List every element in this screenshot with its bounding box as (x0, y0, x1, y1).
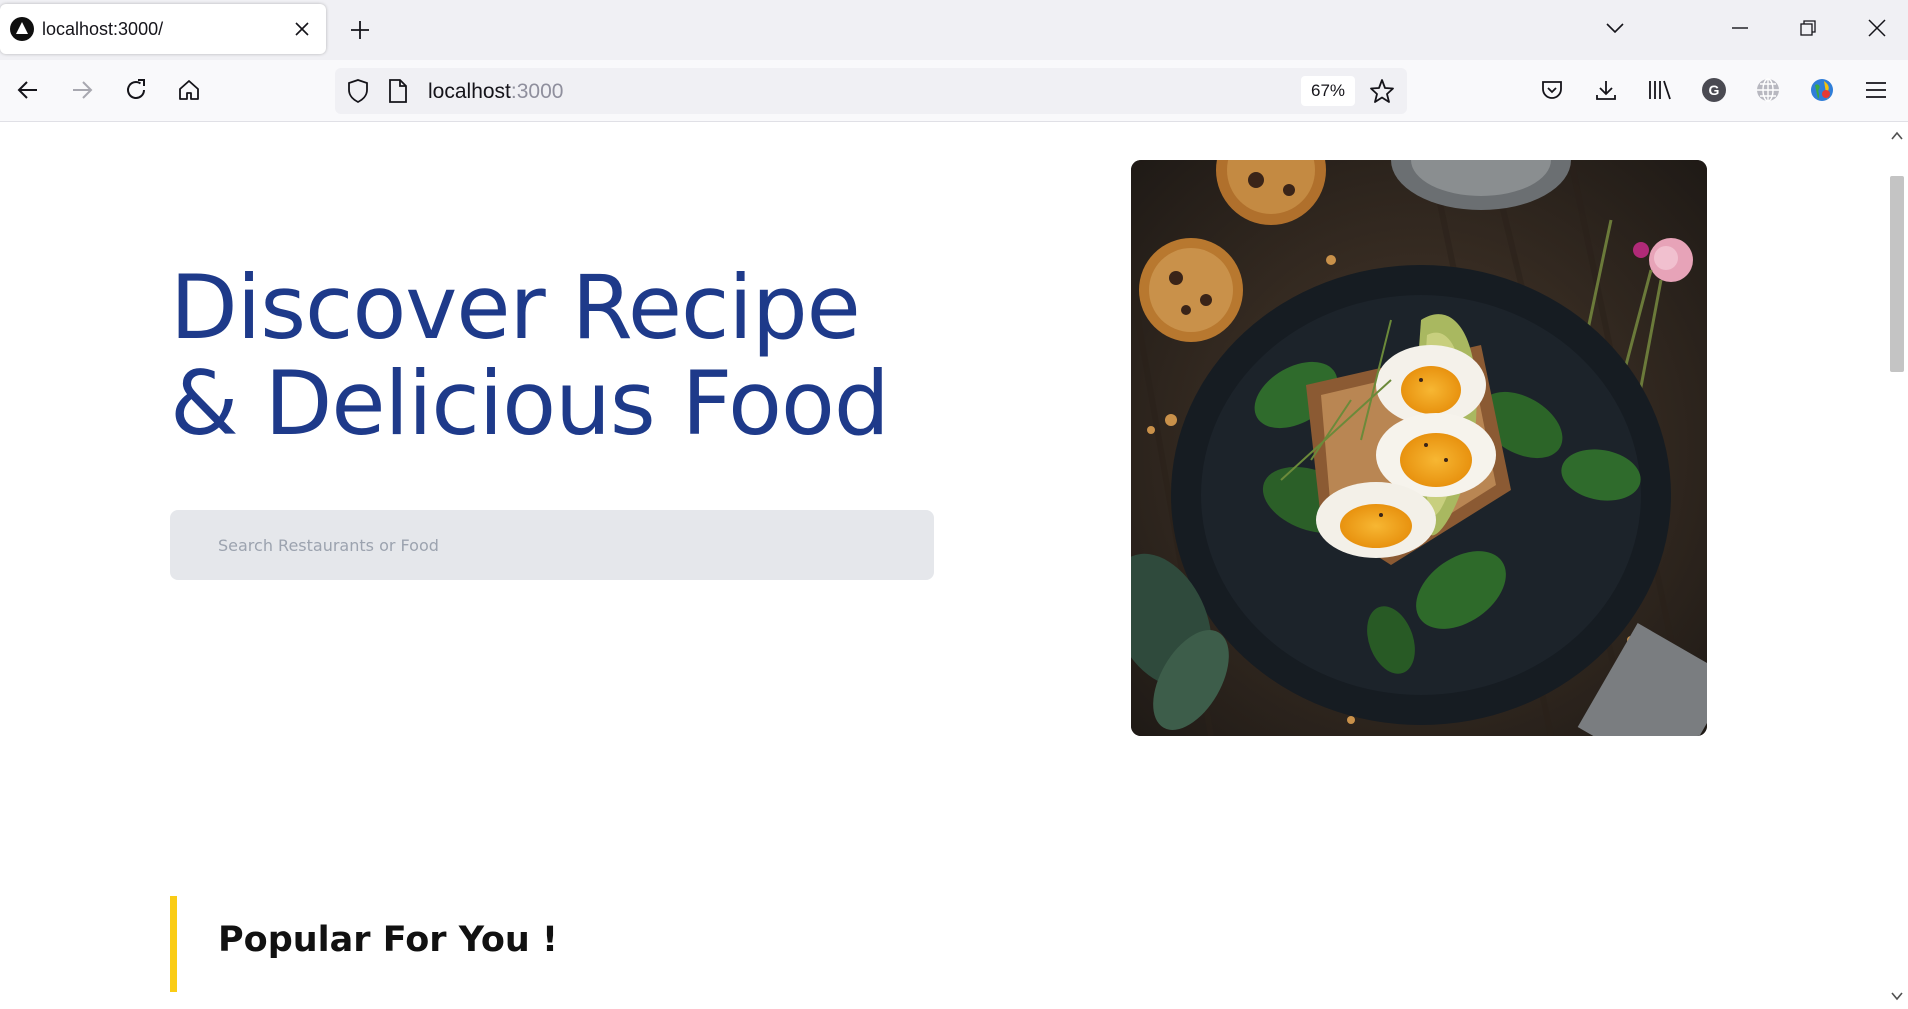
navigation-toolbar: localhost:3000 67% G (0, 60, 1908, 122)
bookmark-star-icon[interactable] (1369, 78, 1395, 109)
tab-title: localhost:3000/ (42, 18, 164, 39)
close-window-button[interactable] (1855, 8, 1899, 48)
scrollbar-thumb[interactable] (1890, 176, 1904, 372)
library-icon[interactable] (1640, 70, 1680, 110)
tab-bar: localhost:3000/ (0, 0, 1908, 60)
close-tab-icon[interactable] (288, 15, 316, 43)
page-content: Discover Recipe & Delicious Food Search … (0, 122, 1886, 1008)
minimize-window-button[interactable] (1718, 8, 1762, 48)
nextjs-favicon-icon (10, 17, 34, 41)
hero-title-line-2: & Delicious Food (170, 352, 890, 455)
hamburger-menu-icon[interactable] (1856, 70, 1896, 110)
hero-title-line-1: Discover Recipe (170, 256, 861, 359)
back-button[interactable] (8, 70, 48, 110)
page-scrollbar[interactable] (1886, 122, 1908, 1008)
section-accent-bar (170, 896, 177, 992)
svg-text:G: G (1709, 82, 1720, 98)
grammarly-extension-icon[interactable]: G (1694, 70, 1734, 110)
scroll-up-arrow-icon[interactable] (1889, 128, 1905, 144)
reload-button[interactable] (116, 70, 156, 110)
home-button[interactable] (169, 70, 209, 110)
restore-window-button[interactable] (1786, 8, 1830, 48)
zoom-level-button[interactable]: 67% (1301, 76, 1355, 106)
search-input[interactable] (170, 510, 934, 580)
scroll-down-arrow-icon[interactable] (1889, 988, 1905, 1004)
hero-food-image (1131, 160, 1707, 736)
downloads-icon[interactable] (1586, 70, 1626, 110)
url-text[interactable]: localhost:3000 (428, 80, 563, 104)
url-host: localhost (428, 80, 511, 103)
tracking-protection-shield-icon[interactable] (345, 78, 371, 109)
url-port: :3000 (510, 80, 564, 103)
new-tab-button[interactable] (342, 12, 378, 48)
url-bar[interactable]: localhost:3000 67% (335, 68, 1407, 114)
color-globe-extension-icon[interactable] (1802, 70, 1842, 110)
list-all-tabs-chevron-down-icon[interactable] (1593, 8, 1637, 48)
forward-button[interactable] (62, 70, 102, 110)
page-info-document-icon[interactable] (387, 78, 409, 109)
globe-extension-icon[interactable] (1748, 70, 1788, 110)
popular-section-title: Popular For You ! (218, 920, 558, 960)
browser-tab[interactable]: localhost:3000/ (0, 4, 326, 54)
hero-title: Discover Recipe & Delicious Food (170, 260, 970, 452)
pocket-icon[interactable] (1532, 70, 1572, 110)
